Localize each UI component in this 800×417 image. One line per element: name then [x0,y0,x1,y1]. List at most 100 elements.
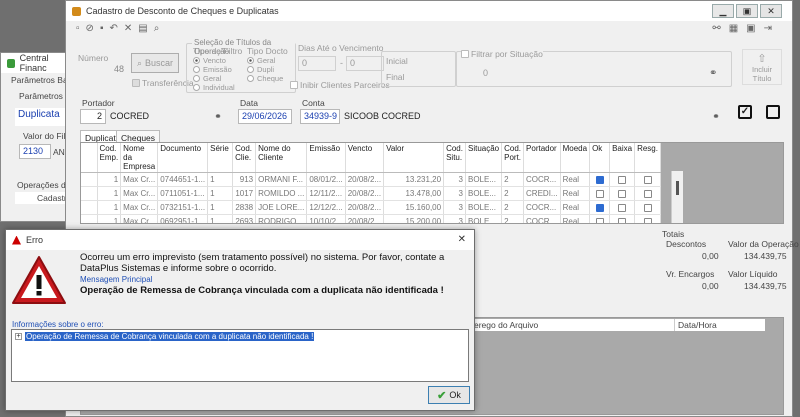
table-cell[interactable] [589,186,611,201]
col-emissao[interactable]: Emissão [306,143,346,173]
dias-from-field[interactable]: 0 [298,56,336,71]
table-cell[interactable] [609,186,636,201]
conta-num-field[interactable]: 34939-9 [300,109,340,124]
confirm-button[interactable]: ✓ [734,101,756,123]
transferencia-checkbox[interactable]: Transferência [132,78,194,88]
col-cod-emp[interactable]: Cod. Emp. [97,143,122,173]
col-resg[interactable]: Resg. [634,143,661,173]
window-icon[interactable]: ▣ [746,23,755,34]
save-icon[interactable]: ▪ [100,23,104,34]
radio-docto-geral[interactable]: Geral [247,56,283,65]
checkbox-checked[interactable] [595,203,604,212]
ok-button[interactable]: ✔ Ok [428,386,470,404]
cancel-icon[interactable]: ⊘ [86,23,94,34]
table-cell[interactable] [609,172,636,187]
conta-lookup-button[interactable]: ⚭ [706,109,726,124]
delete-icon[interactable]: ✕ [124,23,132,34]
print-icon[interactable]: ▤ [138,23,147,34]
bg-cadastro-item[interactable]: Cadastro [15,192,72,204]
checkbox-unchecked[interactable] [643,175,652,184]
grid-vertical-scrollbar[interactable] [671,171,683,223]
log-col-arquivo[interactable]: erego do Arquivo [471,319,675,331]
col-cod-clie[interactable]: Cod. Clie. [232,143,257,173]
buscar-button[interactable]: ⌕ Buscar [131,53,179,73]
dias-to-field[interactable]: 0 [346,56,384,71]
incluir-titulo-button[interactable]: ⇧ Incluir Título [742,49,782,85]
checkbox-unchecked[interactable] [595,217,604,223]
col-ok[interactable]: Ok [589,143,611,173]
col-vencto[interactable]: Vencto [345,143,385,173]
minimize-button[interactable]: ▁ [712,4,734,18]
table-row[interactable]: 1 Max Cr... 0732151-1... 1 2838 JOE LORE... 12… [81,200,661,215]
undo-icon[interactable]: ↶ [109,23,117,34]
data-field[interactable]: 29/06/2026 [238,109,292,124]
checkbox-unchecked[interactable] [643,189,652,198]
col-situacao[interactable]: Situação [465,143,503,173]
filtrar-checkbox[interactable]: Filtrar por Situação [461,49,543,59]
table-row[interactable]: 1 Max Cr... 0744651-1... 1 913 ORMANI F... 08/… [81,172,661,187]
tree-item[interactable]: + Operação de Remessa de Cobrança vincul… [12,330,468,343]
checkbox-unchecked[interactable] [643,217,652,223]
table-cell[interactable] [589,172,611,187]
row-indicator[interactable] [81,186,98,201]
table-cell[interactable] [634,214,661,223]
radio-emissao[interactable]: Emissão [193,65,235,74]
col-documento[interactable]: Documento [157,143,209,173]
col-nome-cliente[interactable]: Nome do Cliente [255,143,308,173]
checkbox-checked[interactable] [595,175,604,184]
table-cell[interactable] [589,214,611,223]
checkbox-unchecked[interactable] [618,175,627,184]
col-portador[interactable]: Portador [523,143,561,173]
tipo-docto-group: Geral Dupli Cheque [247,56,283,83]
handshake-icon[interactable]: ⚭ [709,68,717,79]
col-serie[interactable]: Série [207,143,234,173]
col-moeda[interactable]: Moeda [560,143,591,173]
table-cell[interactable] [609,214,636,223]
table-cell: BOLE... [465,172,503,187]
checkbox-unchecked[interactable] [618,189,627,198]
error-details-tree[interactable]: + Operação de Remessa de Cobrança vincul… [11,329,469,382]
radio-geral[interactable]: Geral [193,74,235,83]
close-window-button[interactable]: ✕ [760,4,782,18]
log-col-datahora[interactable]: Data/Hora [675,319,765,331]
table-cell[interactable] [634,172,661,187]
table-cell[interactable] [609,200,636,215]
expand-icon[interactable]: + [15,333,22,340]
checkbox-unchecked[interactable] [643,203,652,212]
maximize-button[interactable]: ▣ [736,4,758,18]
table-cell: 12/11/2... [306,186,346,201]
row-indicator[interactable] [81,214,98,223]
table-row[interactable]: 1 Max Cr... 0711051-1... 1 1017 ROMILDO ... 12… [81,186,661,201]
col-baixa[interactable]: Baixa [609,143,636,173]
bg-duplicata-field[interactable]: Duplicata [15,108,71,126]
table-cell[interactable] [634,186,661,201]
col-nome-empresa[interactable]: Nome da Empresa [120,143,159,173]
new-icon[interactable]: ▫ [76,23,80,34]
search-icon[interactable]: ⌕ [154,23,160,34]
row-indicator[interactable] [81,172,98,187]
calculator-icon[interactable]: ▦ [729,23,738,34]
link-icon[interactable]: ⚯ [712,23,720,34]
radio-individual[interactable]: Individual [193,83,235,92]
checkbox-unchecked[interactable] [595,189,604,198]
checkbox-unchecked[interactable] [618,203,627,212]
radio-docto-cheque[interactable]: Cheque [247,74,283,83]
checkbox-unchecked[interactable] [618,217,627,223]
bg-valor-filtro-field[interactable]: 2130 [19,144,51,159]
portador-num-field[interactable]: 2 [80,109,106,124]
col-cod-port[interactable]: Cod. Port. [501,143,525,173]
row-indicator[interactable] [81,200,98,215]
table-cell[interactable] [589,200,611,215]
error-dialog-close-button[interactable]: ✕ [458,234,466,245]
exit-icon[interactable]: ⇥ [764,23,772,34]
col-cod-situ[interactable]: Cod. Situ. [443,143,466,173]
table-row[interactable]: 1 Max Cr... 0692951-1... 1 2693 RODRIGO... 10/… [81,214,661,223]
clear-button[interactable] [762,101,784,123]
col-valor[interactable]: Valor [383,143,445,173]
scrollbar-thumb[interactable] [676,181,679,195]
portador-lookup-button[interactable]: ⚭ [208,109,228,124]
radio-docto-dupli[interactable]: Dupli [247,65,283,74]
table-cell[interactable] [634,200,661,215]
radio-vencto[interactable]: Vencto [193,56,235,65]
inibir-checkbox[interactable]: Inibir Clientes Parceiros [290,80,390,90]
